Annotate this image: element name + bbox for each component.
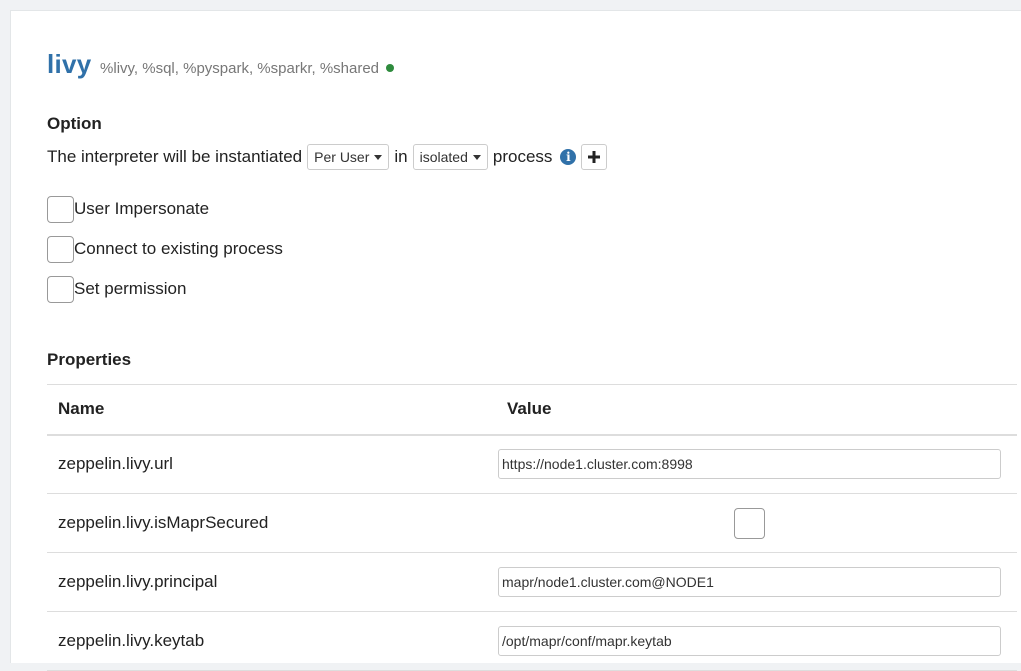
instantiation-prefix: The interpreter will be instantiated <box>47 147 303 166</box>
instantiation-suffix: process <box>492 147 553 166</box>
per-mode-dropdown[interactable]: Per User <box>307 144 390 170</box>
instantiation-option-row: The interpreter will be instantiated Per… <box>47 143 608 171</box>
chevron-down-icon <box>374 154 383 160</box>
set-permission-checkbox[interactable] <box>47 275 74 303</box>
name-column-header: Name <box>47 384 496 436</box>
info-circle-icon[interactable]: i <box>560 149 577 165</box>
chevron-down-icon <box>472 154 481 160</box>
property-value-cell <box>496 552 1017 612</box>
property-value-cell <box>496 434 1017 494</box>
interpreter-name: livy <box>47 49 92 79</box>
isolation-mode-dropdown[interactable]: isolated <box>412 144 488 170</box>
set-permission-label: Set permission <box>74 279 187 298</box>
interpreter-header: livy %livy, %sql, %pyspark, %sparkr, %sh… <box>47 49 395 80</box>
user-impersonate-label: User Impersonate <box>74 199 210 218</box>
option-heading: Option <box>47 114 102 133</box>
checkbox-wrapper <box>498 507 1001 539</box>
user-impersonate-option[interactable]: User Impersonate <box>47 195 209 223</box>
properties-header-row: Name Value <box>47 384 1017 436</box>
interpreter-panel: livy %livy, %sql, %pyspark, %sparkr, %sh… <box>10 10 1021 671</box>
value-column-header: Value <box>496 384 1017 436</box>
interpreter-aliases: %livy, %sql, %pyspark, %sparkr, %shared <box>100 60 380 77</box>
status-indicator <box>386 64 395 72</box>
property-name: zeppelin.livy.url <box>47 434 496 494</box>
table-row: zeppelin.livy.url <box>47 434 1017 494</box>
plus-icon <box>588 151 601 163</box>
livy-url-input[interactable] <box>498 449 1001 480</box>
properties-heading: Properties <box>47 350 132 369</box>
connect-existing-option[interactable]: Connect to existing process <box>47 235 283 263</box>
properties-table: Name Value zeppelin.livy.url zeppelin.li… <box>47 384 1017 671</box>
instantiation-connector: in <box>394 147 408 166</box>
per-mode-value: Per User <box>314 149 370 165</box>
connect-existing-checkbox[interactable] <box>47 235 74 263</box>
property-name: zeppelin.livy.isMaprSecured <box>47 493 496 553</box>
livy-principal-input[interactable] <box>498 567 1001 597</box>
is-mapr-secured-checkbox[interactable] <box>734 507 765 539</box>
livy-keytab-input[interactable] <box>498 626 1001 656</box>
property-name: zeppelin.livy.keytab <box>47 611 496 671</box>
add-option-button[interactable] <box>581 144 608 170</box>
table-row: zeppelin.livy.keytab <box>47 611 1017 671</box>
set-permission-option[interactable]: Set permission <box>47 275 186 303</box>
isolation-mode-value: isolated <box>419 149 468 165</box>
table-row: zeppelin.livy.isMaprSecured <box>47 493 1017 553</box>
user-impersonate-checkbox[interactable] <box>47 195 74 223</box>
property-value-cell <box>496 493 1017 553</box>
connect-existing-label: Connect to existing process <box>74 239 283 258</box>
property-name: zeppelin.livy.principal <box>47 552 496 612</box>
property-value-cell <box>496 611 1017 671</box>
table-row: zeppelin.livy.principal <box>47 552 1017 612</box>
